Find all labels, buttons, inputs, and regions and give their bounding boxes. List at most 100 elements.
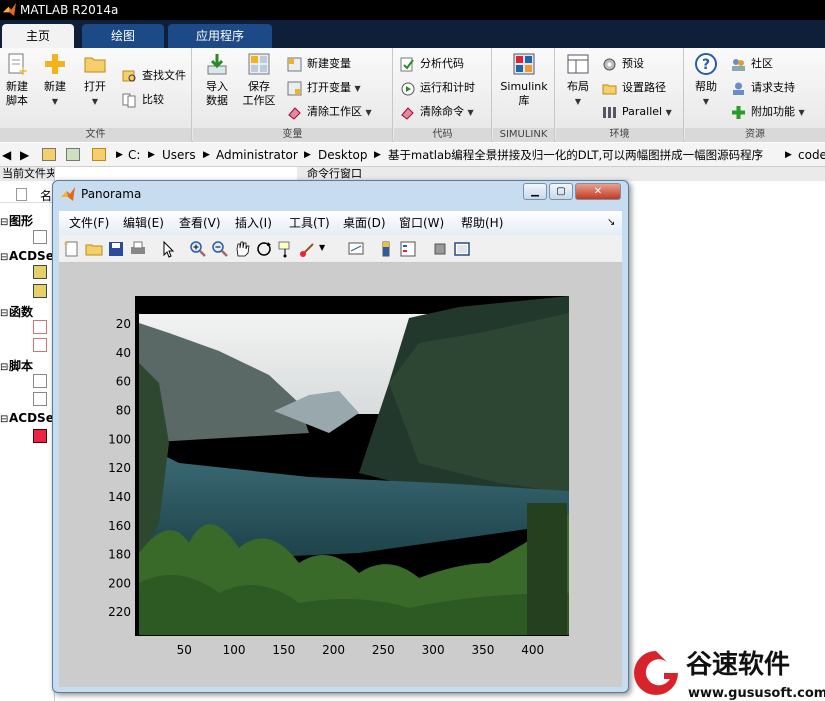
add-ons-button[interactable]: 附加功能 ▼ — [731, 102, 805, 122]
figure-file-icon[interactable] — [33, 230, 47, 244]
current-folder-address-bar: ◀ ▶ ▶ C: ▶ Users ▶ Administrator ▶ Deskt… — [0, 143, 825, 167]
jpg-file-icon[interactable] — [33, 265, 47, 279]
breadcrumb-administrator[interactable]: Administrator — [216, 143, 298, 166]
save-workspace-button[interactable]: 保存 工作区 — [239, 52, 279, 108]
link-plot-icon[interactable] — [347, 240, 365, 258]
script-file-icon[interactable] — [33, 392, 47, 406]
function-file-icon[interactable] — [33, 320, 47, 334]
clear-workspace-button[interactable]: 清除工作区 ▼ — [287, 102, 372, 122]
menu-dock-icon[interactable]: ↘ — [607, 211, 615, 235]
import-icon — [207, 54, 227, 75]
save-icon[interactable] — [107, 240, 125, 258]
tab-home[interactable]: 主页 — [2, 24, 74, 48]
menu-help[interactable]: 帮助(H) — [461, 211, 503, 235]
menu-insert[interactable]: 插入(I) — [235, 211, 272, 235]
tree-group-images-2[interactable]: ⊟ACDSe — [0, 411, 54, 425]
collapse-icon[interactable]: ⊟ — [0, 252, 9, 263]
breadcrumb-users[interactable]: Users — [162, 143, 196, 166]
collapse-icon[interactable]: ⊟ — [0, 217, 9, 228]
png-file-icon[interactable] — [33, 429, 47, 443]
script-file-icon[interactable] — [33, 374, 47, 388]
menu-file[interactable]: 文件(F) — [69, 211, 109, 235]
run-and-time-button[interactable]: 运行和计时 — [400, 78, 475, 98]
new-script-button[interactable]: + 新建 脚本 — [2, 52, 32, 108]
function-file-icon[interactable] — [33, 338, 47, 352]
minimize-button[interactable]: ▁ — [523, 183, 547, 200]
jpg-file-icon[interactable] — [33, 284, 47, 298]
show-plot-tools-icon[interactable] — [453, 240, 471, 258]
ribbon-group-environment: 布局 ▼ 预设 设置路径 Parallel ▼ 环境 — [556, 48, 684, 142]
layout-dropdown-icon: ▼ — [574, 97, 582, 106]
new-button[interactable]: 新建 ▼ — [40, 52, 70, 109]
pan-hand-icon[interactable] — [233, 240, 251, 258]
zoom-out-icon[interactable] — [211, 240, 229, 258]
rotate-3d-icon[interactable] — [255, 240, 273, 258]
preferences-button[interactable]: 预设 — [602, 54, 644, 74]
collapse-icon[interactable]: ⊟ — [0, 362, 9, 373]
community-button[interactable]: 社区 — [731, 54, 773, 74]
compare-button[interactable]: 比较 — [122, 90, 164, 110]
breadcrumb-project-folder[interactable]: 基于matlab编程全景拼接及归一化的DLT,可以两幅图拼成一幅图源码程序 — [388, 143, 763, 166]
menu-view[interactable]: 查看(V) — [179, 211, 221, 235]
pointer-icon[interactable] — [159, 240, 177, 258]
figure-window: Panorama ▁ ▢ ✕ 文件(F) 编辑(E) 查看(V) 插入(I) 工… — [52, 180, 629, 693]
zoom-in-icon[interactable] — [189, 240, 207, 258]
x-tick-label: 200 — [322, 643, 345, 657]
x-tick-label: 250 — [372, 643, 395, 657]
new-figure-icon[interactable]: * — [63, 240, 81, 258]
forward-icon[interactable]: ▶ — [20, 143, 29, 166]
menu-tools[interactable]: 工具(T) — [289, 211, 330, 235]
breadcrumb-separator-icon: ▶ — [374, 150, 381, 160]
collapse-icon[interactable]: ⊟ — [0, 308, 9, 319]
collapse-icon[interactable]: ⊟ — [0, 414, 9, 425]
up-folder-icon[interactable] — [42, 148, 56, 161]
clear-commands-button[interactable]: 清除命令 ▼ — [400, 102, 474, 122]
new-variable-button[interactable]: 新建变量 — [287, 54, 351, 74]
hide-plot-tools-icon[interactable] — [431, 240, 449, 258]
open-button[interactable]: 打开 ▼ — [80, 52, 110, 109]
new-label: 新建 — [44, 80, 66, 93]
open-variable-button[interactable]: 打开变量 ▼ — [287, 78, 361, 98]
data-cursor-icon[interactable] — [277, 240, 295, 258]
menu-edit[interactable]: 编辑(E) — [123, 211, 164, 235]
breadcrumb-separator-icon: ▶ — [304, 150, 311, 160]
tree-group-scripts[interactable]: ⊟脚本 — [0, 357, 33, 374]
tab-apps[interactable]: 应用程序 — [168, 24, 272, 48]
brush-dropdown-icon[interactable]: ▼ — [319, 243, 325, 252]
simulink-label-2: 库 — [518, 94, 530, 107]
browse-folder-icon[interactable] — [66, 148, 80, 161]
panorama-axes[interactable]: 50 100 150 200 250 300 350 400 20 40 60 80 100 120 14… — [59, 263, 622, 687]
parallel-button[interactable]: Parallel ▼ — [602, 102, 672, 122]
maximize-button[interactable]: ▢ — [549, 183, 573, 200]
breadcrumb-code[interactable]: code — [798, 143, 825, 166]
breadcrumb-separator-icon: ▶ — [148, 150, 155, 160]
layout-button[interactable]: 布局 ▼ — [560, 52, 596, 109]
tab-plots[interactable]: 绘图 — [82, 24, 164, 48]
breadcrumb-desktop[interactable]: Desktop — [318, 143, 368, 166]
colorbar-icon[interactable] — [377, 240, 395, 258]
file-list-column-header[interactable]: 名 — [0, 185, 55, 203]
simulink-library-icon — [513, 53, 535, 75]
legend-icon[interactable] — [399, 240, 417, 258]
brush-icon[interactable] — [299, 240, 317, 258]
request-support-button[interactable]: 请求支持 — [731, 78, 795, 98]
simulink-library-button[interactable]: Simulink 库 — [497, 52, 551, 108]
tree-group-figures[interactable]: ⊟图形 — [0, 212, 33, 229]
command-window-header[interactable]: 命令行窗口 — [297, 167, 825, 181]
back-icon[interactable]: ◀ — [2, 143, 11, 166]
menu-desktop[interactable]: 桌面(D) — [343, 211, 386, 235]
tree-group-functions[interactable]: ⊟函数 — [0, 303, 33, 320]
breadcrumb-drive[interactable]: C: — [128, 143, 140, 166]
open-file-icon[interactable] — [85, 240, 103, 258]
analyze-code-button[interactable]: 分析代码 — [400, 54, 464, 74]
set-path-button[interactable]: 设置路径 — [602, 78, 666, 98]
analyze-code-icon — [400, 57, 414, 72]
import-data-button[interactable]: 导入 数据 — [201, 52, 233, 108]
menu-window[interactable]: 窗口(W) — [399, 211, 444, 235]
tree-group-images-1[interactable]: ⊟ACDSe — [0, 249, 54, 263]
help-button[interactable]: ? 帮助 ▼ — [689, 52, 723, 109]
tree-group-label: 图形 — [9, 214, 34, 228]
find-files-button[interactable]: 查找文件 — [122, 66, 186, 86]
print-icon[interactable] — [129, 240, 147, 258]
close-button[interactable]: ✕ — [575, 183, 621, 200]
